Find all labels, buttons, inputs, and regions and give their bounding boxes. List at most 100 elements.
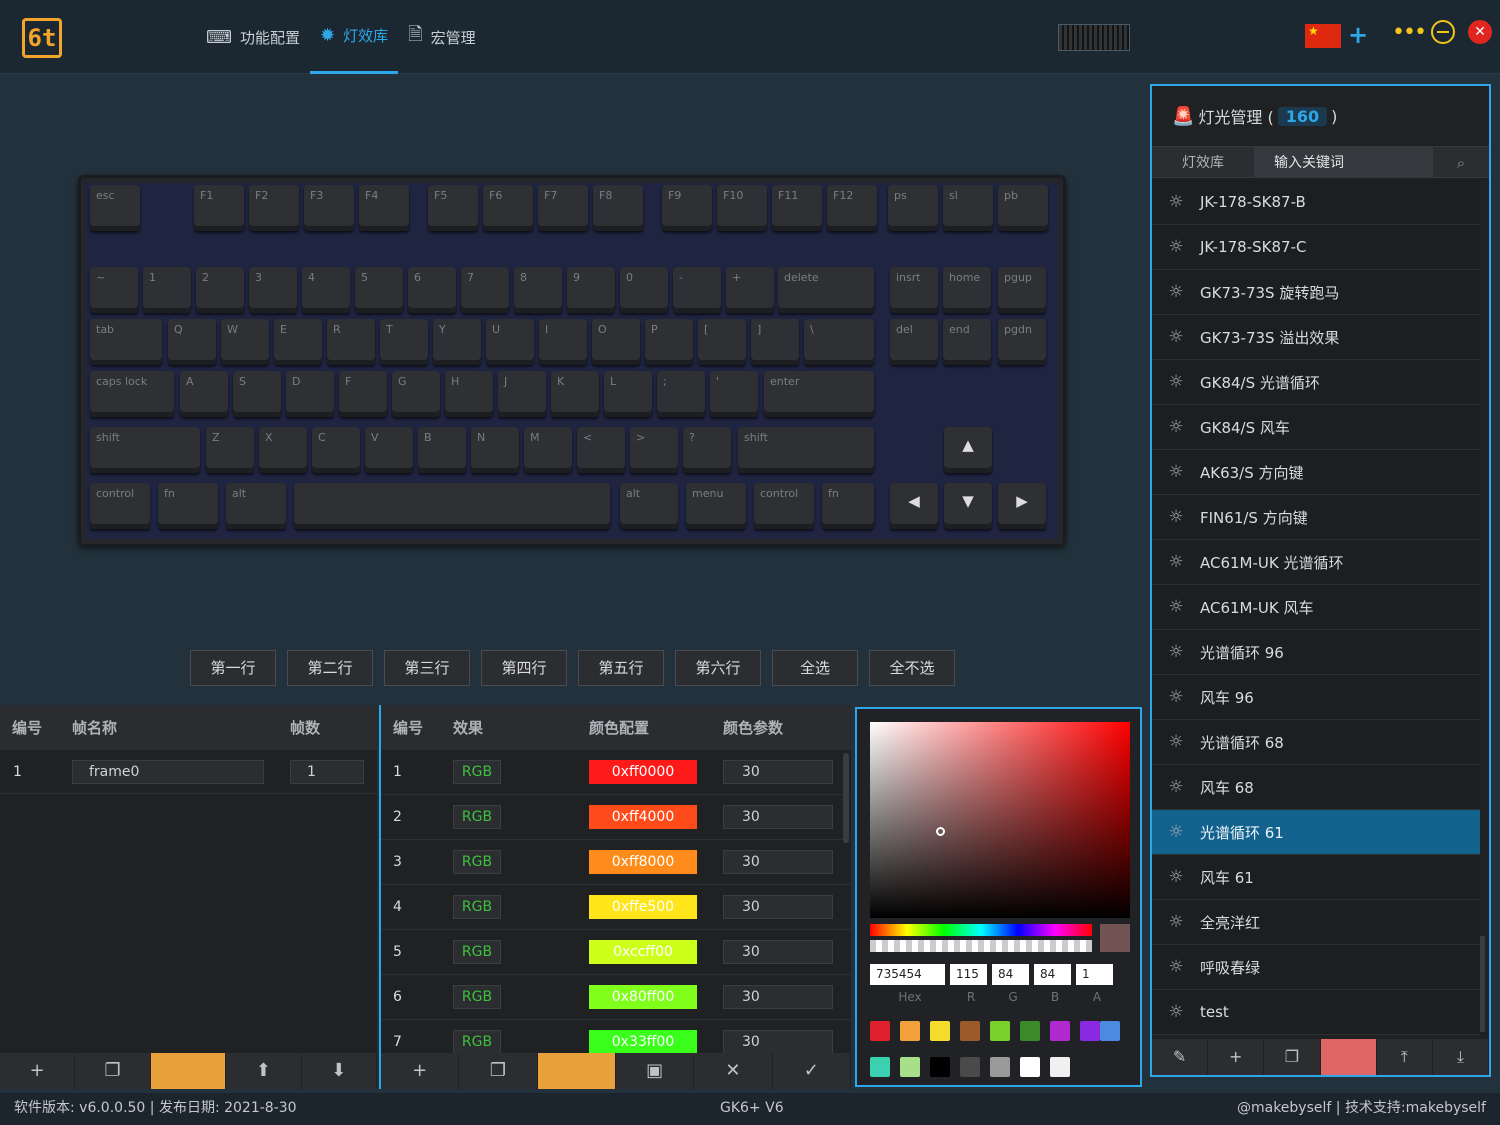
list-item[interactable]: ☼ GK84/S 风车 xyxy=(1152,405,1480,450)
key[interactable]: ps xyxy=(888,185,938,231)
key[interactable]: 1 xyxy=(143,267,191,313)
tab-macro-manager[interactable]: 🗎 宏管理 xyxy=(398,0,486,74)
color-swatch[interactable] xyxy=(960,1021,980,1041)
effect-type-select[interactable]: RGB xyxy=(453,760,501,784)
key[interactable]: C xyxy=(312,427,360,473)
color-config-swatch[interactable]: 0xff0000 xyxy=(589,760,697,784)
edit-light-button[interactable]: ✎ xyxy=(1152,1039,1209,1075)
saturation-value-area[interactable] xyxy=(870,722,1130,918)
cancel-effect-button[interactable]: ✕ xyxy=(694,1053,773,1089)
copy-frame-button[interactable]: ❐ xyxy=(75,1053,151,1089)
frame-name-input[interactable]: frame0 xyxy=(72,759,264,784)
key[interactable]: F10 xyxy=(717,185,767,231)
key[interactable]: shift xyxy=(738,427,874,473)
list-item[interactable]: ☼ JK-178-SK87-B xyxy=(1152,180,1480,225)
select-none-button[interactable]: 全不选 xyxy=(869,650,955,686)
key[interactable]: pb xyxy=(998,185,1048,231)
color-param-input[interactable]: 30 xyxy=(723,1030,833,1054)
tab-function-config[interactable]: ⌨ 功能配置 xyxy=(196,0,310,74)
add-light-button[interactable]: + xyxy=(1208,1039,1265,1075)
color-param-input[interactable]: 30 xyxy=(723,940,833,964)
delete-light-button[interactable] xyxy=(1320,1039,1377,1075)
list-item[interactable]: ☼ 呼吸春绿 xyxy=(1152,945,1480,990)
copy-effect-button[interactable]: ❐ xyxy=(459,1053,538,1089)
alpha-input[interactable]: 1 xyxy=(1076,964,1113,985)
key[interactable]: F4 xyxy=(359,185,409,231)
preview-effect-button[interactable]: ▣ xyxy=(616,1053,695,1089)
color-swatch[interactable] xyxy=(1050,1021,1070,1041)
effect-type-select[interactable]: RGB xyxy=(453,895,501,919)
key[interactable]: F12 xyxy=(827,185,877,231)
key[interactable]: ◀ xyxy=(890,483,938,529)
key[interactable]: - xyxy=(673,267,721,313)
key[interactable]: shift xyxy=(90,427,200,473)
select-row-1-button[interactable]: 第一行 xyxy=(190,650,276,686)
color-config-swatch[interactable]: 0xffe500 xyxy=(589,895,697,919)
key[interactable]: T xyxy=(380,319,428,365)
key[interactable]: enter xyxy=(764,371,874,417)
key[interactable]: ▼ xyxy=(944,483,992,529)
search-icon[interactable]: ⌕ xyxy=(1433,147,1489,177)
key[interactable]: esc xyxy=(90,185,140,231)
close-button[interactable]: ✕ xyxy=(1468,20,1492,44)
more-menu-button[interactable]: ••• xyxy=(1392,20,1427,45)
color-param-input[interactable]: 30 xyxy=(723,760,833,784)
table-row[interactable]: 1 frame0 1 xyxy=(0,750,377,794)
key[interactable]: 3 xyxy=(249,267,297,313)
key[interactable]: P xyxy=(645,319,693,365)
key[interactable]: W xyxy=(221,319,269,365)
color-swatch[interactable] xyxy=(930,1021,950,1041)
key[interactable]: Y xyxy=(433,319,481,365)
key[interactable]: fn xyxy=(158,483,218,529)
red-input[interactable]: 115 xyxy=(950,964,987,985)
list-item[interactable]: ☼ AK63/S 方向键 xyxy=(1152,450,1480,495)
key[interactable]: S xyxy=(233,371,281,417)
effect-type-select[interactable]: RGB xyxy=(453,850,501,874)
list-item[interactable]: ☼ 风车 61 xyxy=(1152,855,1480,900)
key[interactable]: R xyxy=(327,319,375,365)
list-item[interactable]: ☼ 光谱循环 96 xyxy=(1152,630,1480,675)
key[interactable]: X xyxy=(259,427,307,473)
color-swatch[interactable] xyxy=(1020,1057,1040,1077)
select-row-2-button[interactable]: 第二行 xyxy=(287,650,373,686)
hex-input[interactable]: 735454 xyxy=(870,964,945,985)
keyboard-thumbnail[interactable] xyxy=(1058,24,1130,51)
color-config-swatch[interactable]: 0xff4000 xyxy=(589,805,697,829)
key[interactable]: sl xyxy=(943,185,993,231)
color-swatch[interactable] xyxy=(900,1021,920,1041)
select-row-3-button[interactable]: 第三行 xyxy=(384,650,470,686)
key[interactable]: control xyxy=(90,483,150,529)
key[interactable]: G xyxy=(392,371,440,417)
effect-type-select[interactable]: RGB xyxy=(453,805,501,829)
key[interactable]: F9 xyxy=(662,185,712,231)
key[interactable]: pgup xyxy=(998,267,1046,313)
table-row[interactable]: 2 RGB 0xff4000 30 xyxy=(381,795,851,840)
color-swatch[interactable] xyxy=(930,1057,950,1077)
key[interactable]: end xyxy=(943,319,991,365)
search-input[interactable]: 输入关键词 xyxy=(1254,147,1433,177)
color-param-input[interactable]: 30 xyxy=(723,985,833,1009)
list-item[interactable]: ☼ GK84/S 光谱循环 xyxy=(1152,360,1480,405)
key[interactable]: F8 xyxy=(593,185,643,231)
move-frame-down-button[interactable]: ⬇ xyxy=(302,1053,378,1089)
key[interactable]: > xyxy=(630,427,678,473)
list-item[interactable]: ☼ 光谱循环 61 xyxy=(1152,810,1480,855)
delete-frame-button[interactable] xyxy=(150,1053,227,1089)
list-item[interactable]: ☼ 风车 96 xyxy=(1152,675,1480,720)
key[interactable]: F11 xyxy=(772,185,822,231)
key[interactable]: O xyxy=(592,319,640,365)
color-param-input[interactable]: 30 xyxy=(723,805,833,829)
key[interactable]: F3 xyxy=(304,185,354,231)
list-item[interactable]: ☼ GK73-73S 溢出效果 xyxy=(1152,315,1480,360)
color-swatch[interactable] xyxy=(990,1057,1010,1077)
table-row[interactable]: 6 RGB 0x80ff00 30 xyxy=(381,975,851,1020)
select-row-5-button[interactable]: 第五行 xyxy=(578,650,664,686)
key[interactable]: D xyxy=(286,371,334,417)
color-swatch[interactable] xyxy=(870,1021,890,1041)
key[interactable] xyxy=(294,483,610,529)
table-row[interactable]: 5 RGB 0xccff00 30 xyxy=(381,930,851,975)
key[interactable]: 5 xyxy=(355,267,403,313)
color-swatch[interactable] xyxy=(1100,1021,1120,1041)
key[interactable]: F1 xyxy=(194,185,244,231)
picker-cursor[interactable] xyxy=(936,827,945,836)
